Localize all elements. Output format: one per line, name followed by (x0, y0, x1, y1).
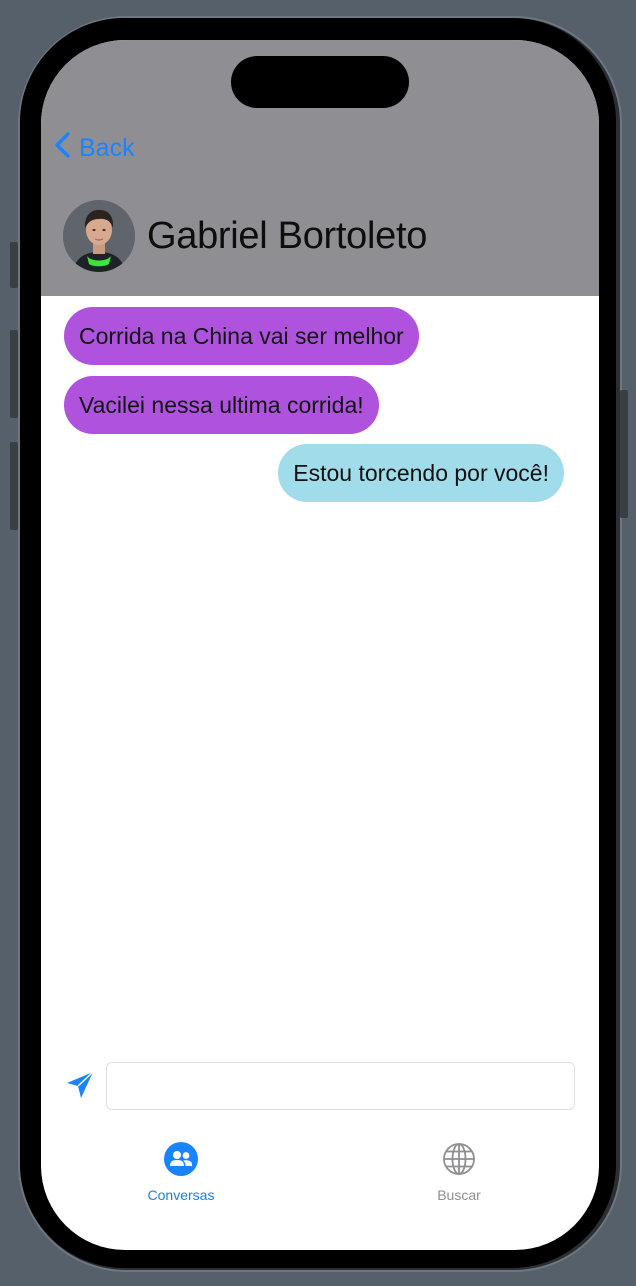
tab-buscar[interactable]: Buscar (399, 1142, 519, 1203)
dynamic-island (231, 56, 409, 108)
people-icon (164, 1142, 198, 1181)
message-list: Corrida na China vai ser melhor Vacilei … (41, 296, 599, 1046)
contact-name: Gabriel Bortoleto (147, 214, 428, 257)
message-input[interactable] (106, 1062, 575, 1110)
message-composer (41, 1060, 599, 1112)
volume-up-button (10, 330, 18, 418)
power-button (620, 390, 628, 518)
avatar (63, 200, 135, 272)
phone-screen: Back Gabriel Bortoleto Corrida na China … (41, 40, 599, 1250)
message-bubble-sent: Estou torcendo por você! (278, 444, 564, 502)
back-button[interactable]: Back (53, 131, 135, 166)
tab-bar: Conversas Buscar (41, 1140, 599, 1210)
chevron-left-icon (53, 131, 71, 166)
message-bubble-received: Vacilei nessa ultima corrida! (64, 376, 379, 434)
tab-label: Conversas (147, 1187, 215, 1203)
globe-icon (442, 1142, 476, 1181)
volume-down-button (10, 442, 18, 530)
paper-plane-icon[interactable] (65, 1070, 95, 1100)
action-button (10, 242, 18, 288)
tab-conversas[interactable]: Conversas (121, 1142, 241, 1203)
message-bubble-received: Corrida na China vai ser melhor (64, 307, 419, 365)
tab-label: Buscar (437, 1187, 481, 1203)
back-label: Back (79, 133, 135, 162)
contact-info: Gabriel Bortoleto (63, 200, 427, 272)
